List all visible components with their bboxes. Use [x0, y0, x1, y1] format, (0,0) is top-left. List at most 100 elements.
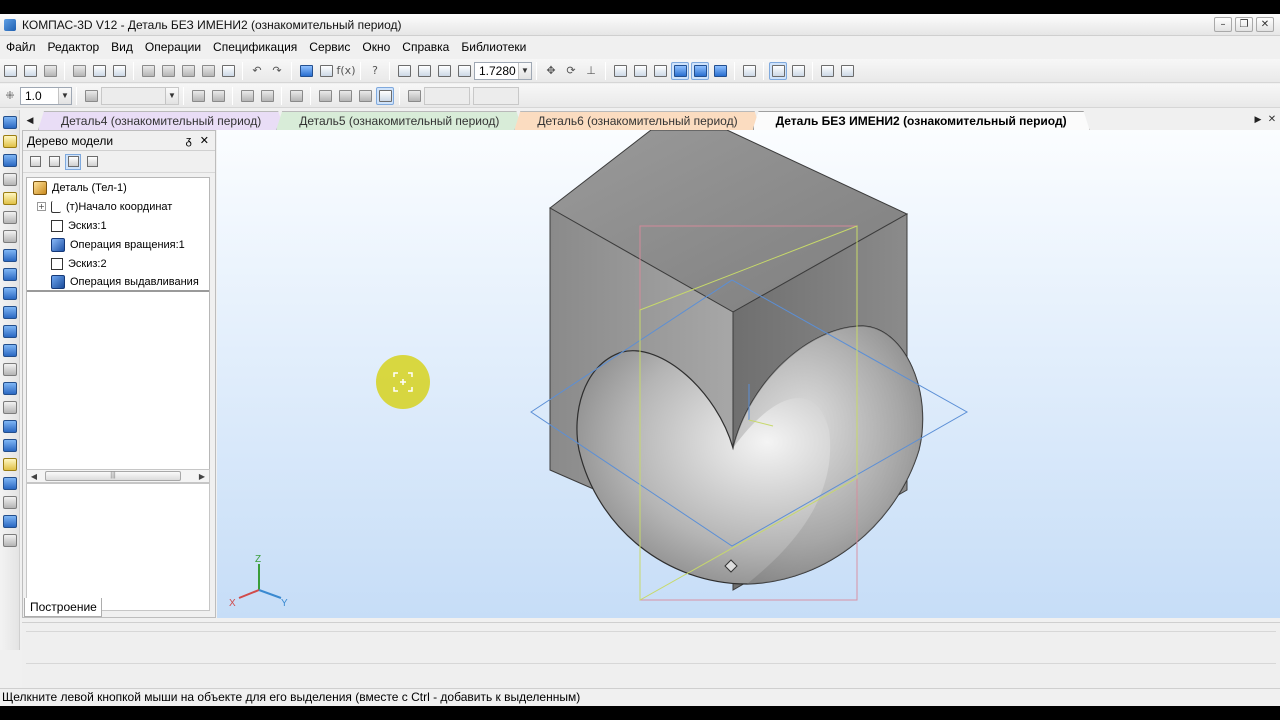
param-tool-icon[interactable] — [3, 534, 17, 547]
tree-filter-icon[interactable] — [46, 154, 62, 170]
aux-geometry-icon[interactable] — [3, 325, 17, 338]
expand-icon[interactable]: + — [37, 202, 46, 211]
menu-view[interactable]: Вид — [105, 40, 139, 54]
orient-icon[interactable]: ⊥ — [582, 62, 600, 80]
coords-icon[interactable] — [405, 87, 423, 105]
close-panel-icon[interactable]: ✕ — [200, 134, 209, 147]
extrude-tool-icon[interactable] — [3, 154, 17, 167]
open-icon[interactable] — [21, 62, 39, 80]
tree-horizontal-scrollbar[interactable]: ◀ ||| ▶ — [26, 469, 210, 483]
ortho-mode-icon[interactable] — [356, 87, 374, 105]
zoom-in-icon[interactable] — [415, 62, 433, 80]
scroll-left-icon[interactable]: ◀ — [27, 472, 41, 481]
halftone-edges-icon[interactable] — [691, 61, 709, 80]
halftone-icon[interactable] — [671, 61, 689, 80]
associative-icon[interactable] — [789, 62, 807, 80]
menu-editor[interactable]: Редактор — [42, 40, 106, 54]
step-cursor-icon[interactable]: ⁜ — [1, 87, 19, 105]
tab-detail4[interactable]: Деталь4 (ознакомительный период) — [38, 111, 284, 130]
tree-node-origin[interactable]: + (т)Начало координат — [27, 197, 209, 216]
mate-tool-icon[interactable] — [3, 401, 17, 414]
function-icon[interactable]: f(x) — [337, 62, 356, 80]
print-icon[interactable] — [70, 62, 88, 80]
3d-viewport[interactable]: Z X Y — [217, 130, 1280, 618]
tree-node-part[interactable]: Деталь (Тел-1) — [27, 178, 209, 197]
menu-libraries[interactable]: Библиотеки — [455, 40, 532, 54]
zoom-scale-icon[interactable] — [455, 62, 473, 80]
layer-icon[interactable] — [82, 87, 100, 105]
tabs-scroll-right-icon[interactable]: ▶ — [1250, 111, 1266, 129]
pin-icon[interactable]: ᵹ — [186, 134, 192, 147]
rebuild-icon[interactable] — [838, 62, 856, 80]
hidden-lines-icon[interactable] — [631, 62, 649, 80]
sketch-tools-icon[interactable] — [3, 135, 17, 148]
chevron-down-icon[interactable]: ▼ — [165, 87, 178, 104]
filter-icon[interactable] — [740, 62, 758, 80]
edit-tool-icon[interactable] — [3, 515, 17, 528]
tree-structure-icon[interactable] — [27, 154, 43, 170]
minimize-button[interactable]: – — [1214, 17, 1232, 32]
format-painter-icon[interactable] — [199, 62, 217, 80]
zoom-out-icon[interactable] — [435, 62, 453, 80]
manager-icon[interactable] — [297, 62, 315, 80]
marking-tool-icon[interactable] — [3, 496, 17, 509]
menu-specification[interactable]: Спецификация — [207, 40, 303, 54]
new-document-icon[interactable] — [1, 62, 19, 80]
print-preview-icon[interactable] — [110, 62, 128, 80]
filter-tool-icon[interactable] — [3, 192, 17, 205]
layer-combo[interactable]: ▼ — [101, 86, 179, 105]
perspective-icon[interactable] — [711, 62, 729, 80]
tabs-scroll-left-icon[interactable]: ◀ — [22, 112, 38, 130]
help-pointer-icon[interactable]: ? — [366, 62, 384, 80]
selection-tool-icon[interactable] — [3, 458, 17, 471]
preview-icon[interactable] — [90, 62, 108, 80]
tree-icon[interactable] — [818, 62, 836, 80]
local-cs-icon[interactable] — [189, 87, 207, 105]
dimension-tool-icon[interactable] — [3, 477, 17, 490]
tree-node-extrude[interactable]: Операция выдавливания — [27, 273, 209, 292]
tab-detail-noname2[interactable]: Деталь БЕЗ ИМЕНИ2 (ознакомительный перио… — [753, 111, 1090, 130]
copy-icon[interactable] — [159, 62, 177, 80]
solid-tool-icon[interactable] — [3, 287, 17, 300]
menu-file[interactable]: Файл — [0, 40, 42, 54]
tree-relations-icon[interactable] — [84, 154, 100, 170]
spec-tool-icon[interactable] — [3, 363, 17, 376]
close-button[interactable]: ✕ — [1256, 17, 1274, 32]
zoom-scale-combo[interactable]: 1.7280 ▼ — [474, 61, 532, 80]
sketch-mode-icon[interactable] — [258, 87, 276, 105]
scroll-right-icon[interactable]: ▶ — [195, 472, 209, 481]
snap-toggle-icon[interactable] — [376, 86, 394, 105]
tabs-close-icon[interactable]: ✕ — [1266, 111, 1278, 129]
chevron-down-icon[interactable]: ▼ — [58, 87, 71, 104]
variables-icon[interactable] — [317, 62, 335, 80]
local-snap-icon[interactable] — [316, 87, 334, 105]
menu-help[interactable]: Справка — [396, 40, 455, 54]
round-icon[interactable] — [336, 87, 354, 105]
array-tool-icon[interactable] — [3, 306, 17, 319]
save-icon[interactable] — [41, 62, 59, 80]
scroll-thumb[interactable]: ||| — [45, 471, 181, 481]
edit-details-icon[interactable] — [3, 116, 17, 129]
tab-detail5[interactable]: Деталь5 (ознакомительный период) — [276, 111, 522, 130]
coord-y-field[interactable] — [473, 86, 519, 105]
undo-icon[interactable]: ↶ — [248, 62, 266, 80]
line-tool-icon[interactable] — [3, 173, 17, 186]
tree-node-revolve[interactable]: Операция вращения:1 — [27, 235, 209, 254]
menu-operations[interactable]: Операции — [139, 40, 207, 54]
measure-tool-icon[interactable] — [3, 211, 17, 224]
thin-hidden-icon[interactable] — [651, 62, 669, 80]
diagnostics-tool-icon[interactable] — [3, 382, 17, 395]
coord-x-field[interactable] — [424, 86, 470, 105]
table-tool-icon[interactable] — [3, 230, 17, 243]
snap-icon[interactable] — [769, 61, 787, 80]
chevron-down-icon[interactable]: ▼ — [518, 62, 531, 79]
step-combo[interactable]: 1.0 ▼ — [20, 86, 72, 105]
report-tool-icon[interactable] — [3, 420, 17, 433]
sheet-metal-icon[interactable] — [3, 344, 17, 357]
library-tool-icon[interactable] — [3, 439, 17, 452]
tab-detail6[interactable]: Деталь6 (ознакомительный период) — [514, 111, 760, 130]
zoom-window-icon[interactable] — [395, 62, 413, 80]
grid-icon[interactable] — [287, 87, 305, 105]
wireframe-icon[interactable] — [611, 62, 629, 80]
tree-mode-icon[interactable] — [65, 153, 81, 170]
